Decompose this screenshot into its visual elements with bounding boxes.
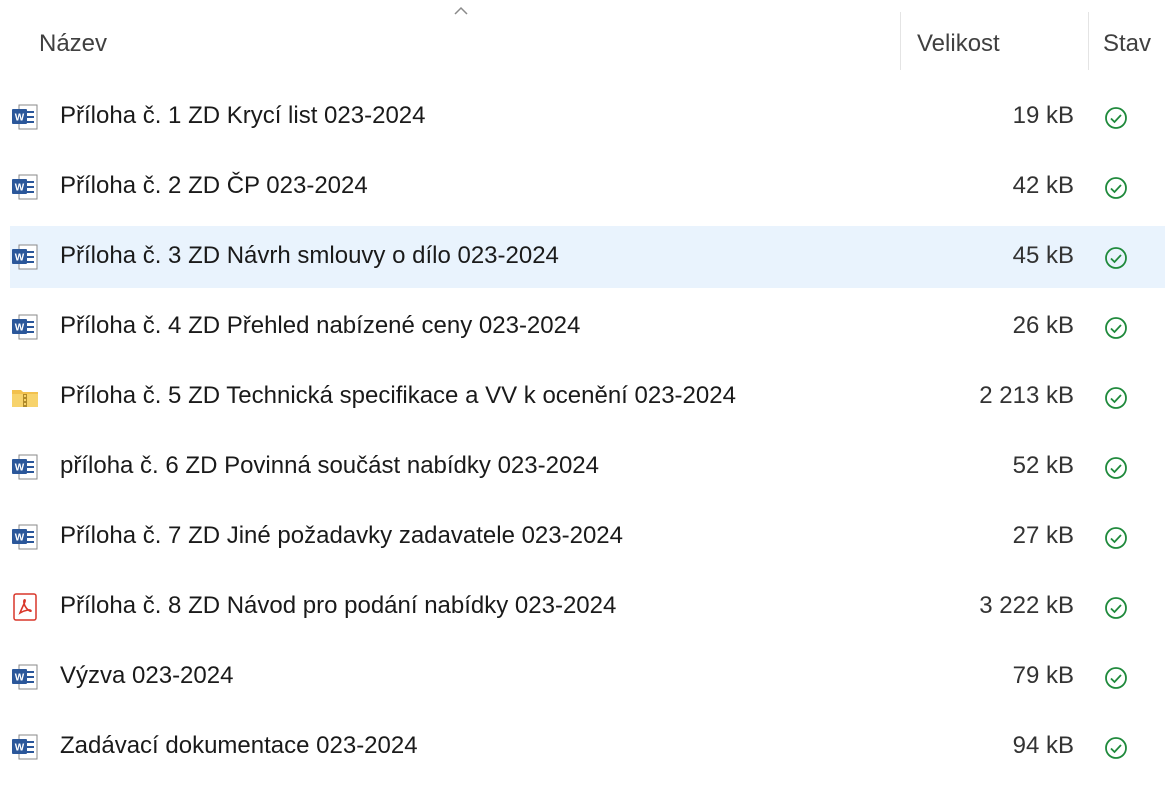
file-size: 26 kB	[1012, 312, 1074, 339]
file-size: 42 kB	[1012, 172, 1074, 199]
svg-text:W: W	[15, 533, 25, 544]
file-name: Příloha č. 3 ZD Návrh smlouvy o dílo 023…	[60, 242, 559, 269]
file-size: 2 213 kB	[979, 382, 1074, 409]
sync-ok-icon	[1103, 385, 1129, 411]
svg-text:W: W	[15, 323, 25, 334]
file-size: 19 kB	[1012, 102, 1074, 129]
sync-ok-icon	[1103, 175, 1129, 201]
column-separator[interactable]	[1088, 12, 1089, 70]
file-size: 3 222 kB	[979, 592, 1074, 619]
file-name: Příloha č. 5 ZD Technická specifikace a …	[60, 382, 736, 409]
file-row[interactable]: W Příloha č. 2 ZD ČP 023-2024 42 kB	[10, 156, 1165, 218]
file-row[interactable]: W Příloha č. 1 ZD Krycí list 023-2024 19 k…	[10, 86, 1165, 148]
sync-ok-icon	[1103, 245, 1129, 271]
svg-text:W: W	[15, 253, 25, 264]
word-document-icon: W	[10, 662, 40, 692]
file-name: Příloha č. 2 ZD ČP 023-2024	[60, 172, 368, 199]
svg-text:W: W	[15, 743, 25, 754]
column-status-header[interactable]: Stav	[1103, 30, 1151, 58]
word-document-icon: W	[10, 102, 40, 132]
pdf-file-icon	[10, 592, 40, 622]
file-name: Příloha č. 1 ZD Krycí list 023-2024	[60, 102, 426, 129]
word-document-icon: W	[10, 242, 40, 272]
file-name: Příloha č. 4 ZD Přehled nabízené ceny 02…	[60, 312, 581, 339]
word-document-icon: W	[10, 312, 40, 342]
sync-ok-icon	[1103, 665, 1129, 691]
sync-ok-icon	[1103, 735, 1129, 761]
word-document-icon: W	[10, 732, 40, 762]
file-name: Výzva 023-2024	[60, 662, 234, 689]
file-row[interactable]: W Zadávací dokumentace 023-2024 94 kB	[10, 716, 1165, 778]
file-name: Zadávací dokumentace 023-2024	[60, 732, 418, 759]
file-row[interactable]: W Příloha č. 4 ZD Přehled nabízené ceny 0…	[10, 296, 1165, 358]
file-name: Příloha č. 8 ZD Návod pro podání nabídky…	[60, 592, 617, 619]
column-header: Název Velikost Stav	[0, 0, 1165, 78]
file-name: Příloha č. 7 ZD Jiné požadavky zadavatel…	[60, 522, 624, 549]
file-size: 27 kB	[1012, 522, 1074, 549]
file-row[interactable]: W Příloha č. 3 ZD Návrh smlouvy o dílo 02…	[10, 226, 1165, 288]
word-document-icon: W	[10, 522, 40, 552]
file-size: 79 kB	[1012, 662, 1074, 689]
column-name-header[interactable]: Název	[39, 30, 107, 58]
file-size: 45 kB	[1012, 242, 1074, 269]
file-row[interactable]: Příloha č. 8 ZD Návod pro podání nabídky…	[10, 576, 1165, 638]
sort-ascending-icon	[454, 6, 468, 15]
word-document-icon: W	[10, 452, 40, 482]
file-size: 52 kB	[1012, 452, 1074, 479]
column-size-header[interactable]: Velikost	[917, 30, 1000, 58]
svg-text:W: W	[15, 463, 25, 474]
file-name: příloha č. 6 ZD Povinná součást nabídky …	[60, 452, 599, 479]
file-size: 94 kB	[1012, 732, 1074, 759]
svg-text:W: W	[15, 113, 25, 124]
file-row[interactable]: W Příloha č. 7 ZD Jiné požadavky zadavate…	[10, 506, 1165, 568]
sync-ok-icon	[1103, 105, 1129, 131]
sync-ok-icon	[1103, 315, 1129, 341]
svg-text:W: W	[15, 673, 25, 684]
zip-folder-icon	[10, 382, 40, 412]
file-row[interactable]: Příloha č. 5 ZD Technická specifikace a …	[10, 366, 1165, 428]
sync-ok-icon	[1103, 455, 1129, 481]
file-row[interactable]: Wpříloha č. 6 ZD Povinná součást nabídky…	[10, 436, 1165, 498]
column-separator[interactable]	[900, 12, 901, 70]
sync-ok-icon	[1103, 595, 1129, 621]
word-document-icon: W	[10, 172, 40, 202]
sync-ok-icon	[1103, 525, 1129, 551]
svg-text:W: W	[15, 183, 25, 194]
file-row[interactable]: W Výzva 023-2024 79 kB	[10, 646, 1165, 708]
